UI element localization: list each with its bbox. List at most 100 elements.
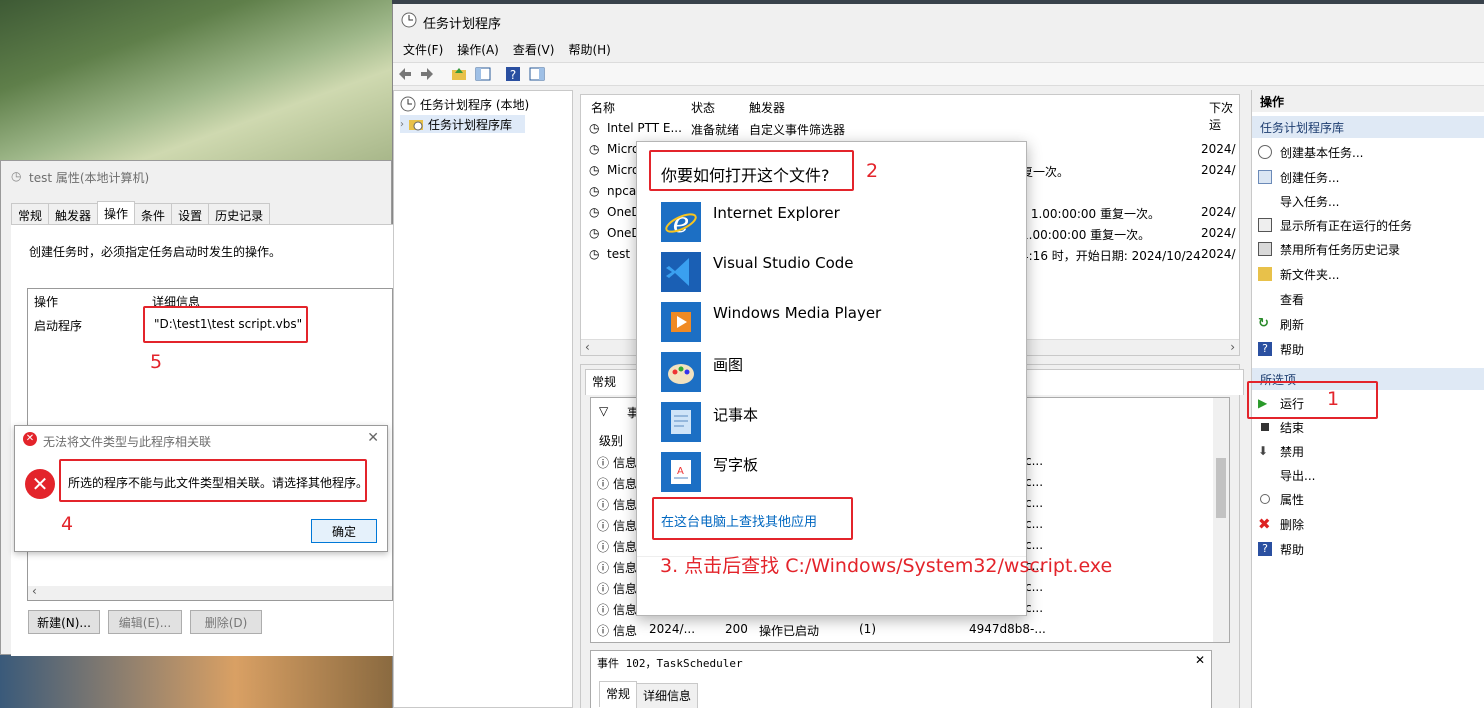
show-hide-action-pane-icon[interactable] [529,66,545,82]
task-next-run: 2024/ [1201,247,1236,261]
blank-icon [1258,468,1272,482]
app-paint[interactable]: 画图 [661,352,743,392]
app-notepad[interactable]: 记事本 [661,402,758,442]
app-internet-explorer[interactable]: e Internet Explorer [661,202,840,242]
back-arrow-icon[interactable] [397,66,413,82]
show-hide-tree-icon[interactable] [475,66,491,82]
vertical-scrollbar[interactable] [1213,398,1229,642]
create-basic-task[interactable]: 创建基本任务... [1258,142,1363,162]
task-trigger: 4:16 时，开始日期: 2024/10/24 [1021,249,1201,263]
tab-event-general[interactable]: 常规 [599,681,638,707]
disable-task[interactable]: ⬇ 禁用 [1258,441,1304,461]
event-level: 信息 [613,498,638,512]
info-icon: ⓘ [597,582,610,596]
event-tail: c... [1025,538,1044,552]
event-panel-title: 事件 102，TaskScheduler [597,657,743,670]
menu-help[interactable]: 帮助(H) [568,41,610,58]
new-button[interactable]: 新建(N)... [28,610,100,634]
chevron-right-icon[interactable]: › [400,119,404,130]
app-name: 写字板 [713,456,759,474]
paint-icon [661,352,701,392]
annotation-1: 1 [1327,388,1340,410]
action-type[interactable]: 启动程序 [34,317,82,334]
event-level: 信息 [613,561,638,575]
scroll-right-icon[interactable]: › [1230,340,1235,354]
menu-view[interactable]: 查看(V) [513,41,555,58]
import-task[interactable]: 导入任务... [1258,191,1339,211]
up-folder-icon[interactable] [451,66,467,82]
task-next-run: 2024/ [1201,142,1236,156]
refresh[interactable]: ↻ 刷新 [1258,314,1304,334]
column-trigger[interactable]: 触发器 [749,99,785,116]
new-folder[interactable]: 新文件夹... [1258,264,1339,284]
scroll-left-icon[interactable]: ‹ [585,340,590,354]
event-tail: c... [1025,580,1044,594]
tab-event-details[interactable]: 详细信息 [636,683,699,708]
list-icon [1258,218,1272,232]
list-item[interactable]: ⓘ 信息 2024/... 200 操作已启动 (1) 4947d8b8-... [595,622,1215,643]
scroll-thumb[interactable] [1216,458,1226,518]
menu-file[interactable]: 文件(F) [403,41,443,58]
delete-button[interactable]: 删除(D) [190,610,262,634]
column-name[interactable]: 名称 [591,99,615,116]
close-icon[interactable]: ✕ [1195,653,1205,667]
actions-group-library[interactable]: 任务计划程序库 [1252,116,1484,138]
show-running-tasks[interactable]: 显示所有正在运行的任务 [1258,215,1412,235]
tree-library[interactable]: › 任务计划程序库 [400,115,525,133]
help[interactable]: ? 帮助 [1258,339,1304,359]
create-task[interactable]: 创建任务... [1258,167,1339,187]
task-trigger: 为 1.00:00:00 重复一次。 [1015,207,1160,221]
event-level: 信息 [613,477,638,491]
edit-button[interactable]: 编辑(E)... [108,610,182,634]
task-next-run: 2024/ [1201,163,1236,177]
column-action[interactable]: 操作 [34,293,58,310]
info-icon: ⓘ [597,540,610,554]
event-tail: c... [1025,475,1044,489]
task-clock-icon: ◷ [589,184,600,198]
info-icon: ⓘ [597,561,610,575]
end-task[interactable]: 结束 [1258,417,1304,437]
tree-library-label: 任务计划程序库 [428,117,513,132]
app-windows-media-player[interactable]: Windows Media Player [661,302,881,342]
delete-task[interactable]: ✖ 删除 [1258,514,1304,534]
action-label: 属性 [1280,492,1305,507]
table-row[interactable]: ◷ Intel PTT E... 准备就绪 自定义事件筛选器 [589,121,1239,142]
help-icon[interactable]: ? [505,66,521,82]
event-level: 信息 [613,519,638,533]
task-clock-icon: ◷ [589,226,600,240]
column-level[interactable]: 级别 [599,432,623,449]
app-vscode[interactable]: Visual Studio Code [661,252,854,292]
clock-icon [401,12,417,28]
action-label: 帮助 [1280,342,1305,357]
action-label: 导入任务... [1280,194,1340,209]
menu-action[interactable]: 操作(A) [457,41,499,58]
action-label: 创建基本任务... [1280,145,1364,160]
help-selected[interactable]: ? 帮助 [1258,539,1304,559]
action-label: 禁用所有任务历史记录 [1280,242,1401,257]
disable-history[interactable]: 禁用所有任务历史记录 [1258,239,1400,259]
vscode-icon [661,252,701,292]
app-wordpad[interactable]: A 写字板 [661,452,758,492]
task-status: 准备就绪 [691,123,740,137]
event-guid: 4947d8b8-... [969,622,1046,636]
annotation-box-3 [652,497,853,540]
task-properties[interactable]: 属性 [1258,489,1304,509]
export-task[interactable]: 导出... [1258,465,1315,485]
view-menu[interactable]: 查看 [1258,289,1304,309]
action-label: 帮助 [1280,542,1305,557]
close-icon[interactable]: ✕ [367,430,379,446]
down-arrow-icon: ⬇ [1258,444,1269,458]
tree-root[interactable]: 任务计划程序 (本地) [400,95,529,113]
ok-button[interactable]: 确定 [311,519,377,543]
clock-icon [1260,494,1270,504]
scroll-left-icon[interactable]: ‹ [32,584,37,598]
event-level: 信息 [613,603,638,617]
horizontal-scrollbar[interactable]: ‹ [28,584,392,600]
forward-arrow-icon[interactable] [419,66,435,82]
column-status[interactable]: 状态 [691,99,715,116]
action-label: 显示所有正在运行的任务 [1280,218,1413,233]
filter-icon[interactable]: ▽ [599,404,608,418]
event-level: 信息 [613,582,638,596]
event-level: 信息 [613,540,638,554]
action-label: 禁用 [1280,444,1305,459]
